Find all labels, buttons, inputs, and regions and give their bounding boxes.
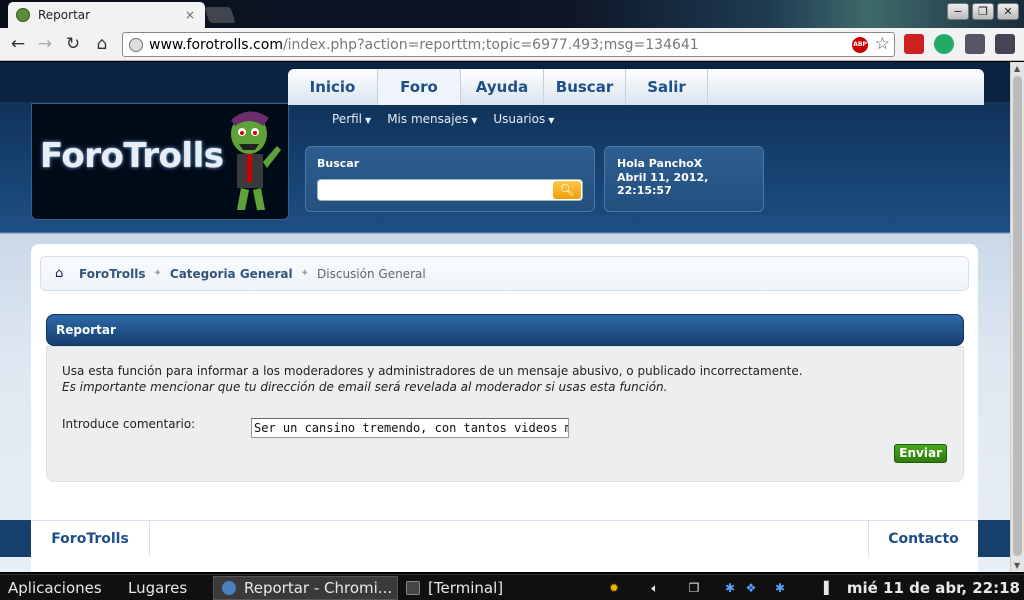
- report-form: Usa esta función para informar a los mod…: [46, 346, 964, 482]
- nav-buscar[interactable]: Buscar: [544, 69, 626, 105]
- close-window-button[interactable]: ✕: [997, 3, 1019, 20]
- sun-applet-icon[interactable]: ✹: [606, 580, 622, 596]
- troll-mascot-icon: [231, 111, 281, 210]
- browser-toolbar: ← → ↻ ⌂ www.forotrolls.com/index.php?act…: [0, 28, 1024, 61]
- wrench-icon[interactable]: [995, 34, 1015, 54]
- url-host: www.forotrolls.com: [149, 36, 283, 53]
- footer-contacto-link[interactable]: Contacto: [868, 521, 978, 557]
- home-icon[interactable]: ⌂: [90, 33, 114, 55]
- comment-input[interactable]: Ser un cansino tremendo, con tantos vide…: [251, 418, 569, 438]
- bluetooth-icon[interactable]: ✱: [772, 580, 788, 596]
- report-header: Reportar: [46, 314, 964, 346]
- user-greeting: Hola PanchoX: [617, 157, 703, 170]
- nav-ayuda[interactable]: Ayuda: [461, 69, 544, 105]
- back-arrow-icon[interactable]: ←: [6, 33, 30, 55]
- caret-down-icon: ▼: [471, 116, 478, 125]
- reload-icon[interactable]: ↻: [61, 33, 85, 55]
- browser-tab[interactable]: Reportar ×: [8, 2, 205, 28]
- search-panel: Buscar 🔍︎: [305, 146, 595, 212]
- maximize-button[interactable]: ❐: [972, 3, 994, 20]
- scrollbar-thumb[interactable]: [1013, 76, 1022, 556]
- subnav-perfil[interactable]: Perfil ▼: [332, 112, 371, 126]
- taskbar-terminal[interactable]: [Terminal]: [398, 576, 588, 600]
- forward-arrow-icon[interactable]: →: [33, 33, 57, 55]
- breadcrumb-separator-icon: ✦: [153, 268, 162, 279]
- applications-menu[interactable]: Aplicaciones: [8, 579, 102, 597]
- send-button[interactable]: Enviar: [894, 444, 947, 463]
- volume-icon[interactable]: 🔈︎: [647, 580, 663, 596]
- url-path: /index.php?action=reporttm;topic=6977.49…: [282, 36, 699, 53]
- dropbox-icon[interactable]: ❖: [743, 580, 759, 596]
- chromium-icon: [222, 581, 236, 595]
- breadcrumb-categoria[interactable]: Categoria General: [170, 267, 293, 281]
- footer-forotrolls-link[interactable]: ForoTrolls: [31, 521, 150, 557]
- address-bar[interactable]: www.forotrolls.com/index.php?action=repo…: [122, 32, 895, 57]
- places-menu[interactable]: Lugares: [128, 579, 187, 597]
- report-email-notice: Es importante mencionar que tu dirección…: [62, 380, 668, 394]
- user-panel: Hola PanchoX Abril 11, 2012, 22:15:57: [604, 146, 764, 212]
- nav-inicio[interactable]: Inicio: [288, 69, 378, 105]
- comment-label: Introduce comentario:: [62, 417, 196, 431]
- search-button[interactable]: 🔍︎: [553, 181, 581, 199]
- logo-text: ForoTrolls: [40, 136, 224, 176]
- terminal-icon: [406, 581, 420, 595]
- web-page: ForoTrolls Inicio Foro Ayuda Buscar Sali…: [0, 62, 1010, 572]
- caret-down-icon: ▼: [548, 116, 555, 125]
- scroll-up-icon[interactable]: ▲: [1014, 64, 1020, 73]
- nav-salir[interactable]: Salir: [626, 69, 708, 105]
- caret-down-icon: ▼: [365, 116, 372, 125]
- extension-globe-icon[interactable]: [934, 34, 954, 54]
- network-signal-icon[interactable]: ▐: [816, 580, 832, 596]
- page-scrollbar[interactable]: ▲ ▼: [1010, 62, 1024, 572]
- breadcrumb-forotrolls[interactable]: ForoTrolls: [79, 267, 146, 281]
- tab-close-icon[interactable]: ×: [183, 8, 197, 22]
- minimize-button[interactable]: −: [947, 3, 969, 20]
- desktop-taskbar: Aplicaciones Lugares Reportar - Chromi..…: [0, 574, 1024, 600]
- site-logo[interactable]: ForoTrolls: [31, 103, 289, 220]
- troll-favicon-icon: [16, 8, 30, 22]
- tab-title: Reportar: [38, 8, 91, 22]
- adblock-icon[interactable]: ABP: [852, 37, 868, 53]
- breadcrumb-current: Discusión General: [317, 266, 426, 281]
- new-tab-button[interactable]: [204, 7, 236, 23]
- nav-foro[interactable]: Foro: [378, 69, 461, 105]
- home-icon[interactable]: ⌂: [55, 266, 69, 281]
- user-date: Abril 11, 2012, 22:15:57: [617, 171, 709, 197]
- search-input[interactable]: 🔍︎: [317, 179, 583, 201]
- search-label: Buscar: [317, 157, 360, 170]
- clipboard-icon[interactable]: ❐: [686, 580, 702, 596]
- bluetooth-icon[interactable]: ✱: [722, 580, 738, 596]
- subnav-mis-mensajes[interactable]: Mis mensajes ▼: [387, 112, 477, 126]
- clock[interactable]: mié 11 de abr, 22:18: [847, 579, 1020, 597]
- breadcrumb: ⌂ ForoTrolls ✦ Categoria General ✦ Discu…: [40, 256, 969, 291]
- main-nav: Inicio Foro Ayuda Buscar Salir: [288, 69, 984, 105]
- bookmark-star-icon[interactable]: ☆: [875, 34, 890, 54]
- report-description: Usa esta función para informar a los mod…: [62, 364, 803, 378]
- sub-nav: Perfil ▼ Mis mensajes ▼ Usuarios ▼: [332, 112, 554, 126]
- taskbar-chromium[interactable]: Reportar - Chromi...: [213, 576, 398, 600]
- extension-cloud-icon[interactable]: [965, 34, 985, 54]
- magnifier-icon: 🔍︎: [559, 183, 575, 197]
- subnav-usuarios[interactable]: Usuarios ▼: [493, 112, 554, 126]
- scroll-down-icon[interactable]: ▼: [1014, 561, 1020, 570]
- window-titlebar: Reportar × − ❐ ✕: [0, 0, 1024, 28]
- globe-icon: [129, 37, 143, 52]
- breadcrumb-separator-icon: ✦: [300, 268, 310, 279]
- footer: ForoTrolls Contacto: [31, 520, 978, 557]
- extension-news-icon[interactable]: [904, 34, 924, 54]
